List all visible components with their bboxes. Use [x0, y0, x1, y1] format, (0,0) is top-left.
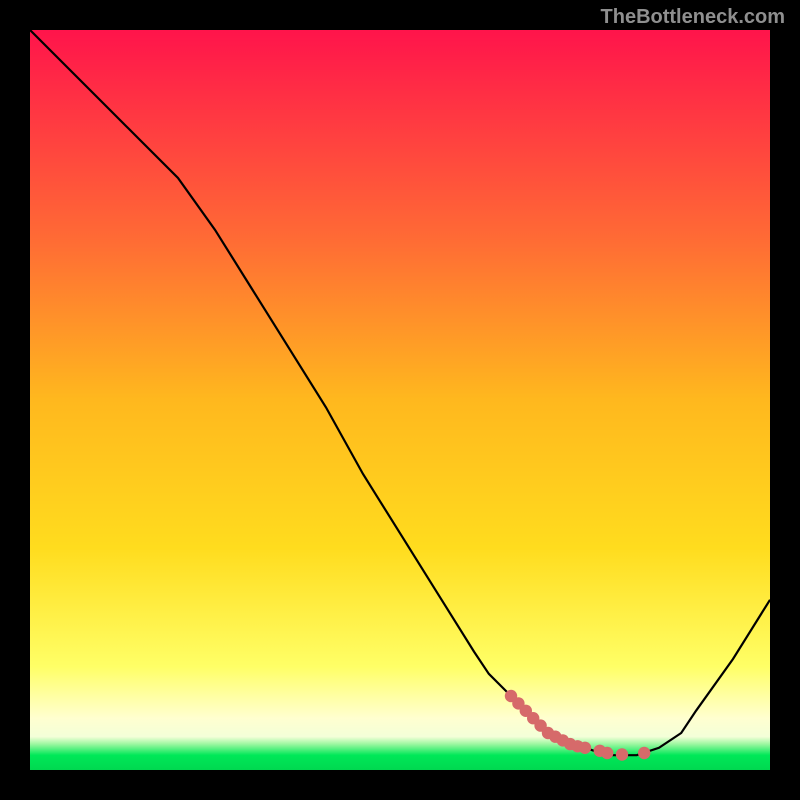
marker-point	[601, 747, 613, 759]
marker-point	[616, 748, 628, 760]
chart-frame: TheBottleneck.com	[0, 0, 800, 800]
marker-point	[638, 747, 650, 759]
bottleneck-chart	[30, 30, 770, 770]
plot-area	[30, 30, 770, 770]
marker-point	[579, 742, 591, 754]
attribution-text: TheBottleneck.com	[601, 6, 785, 29]
